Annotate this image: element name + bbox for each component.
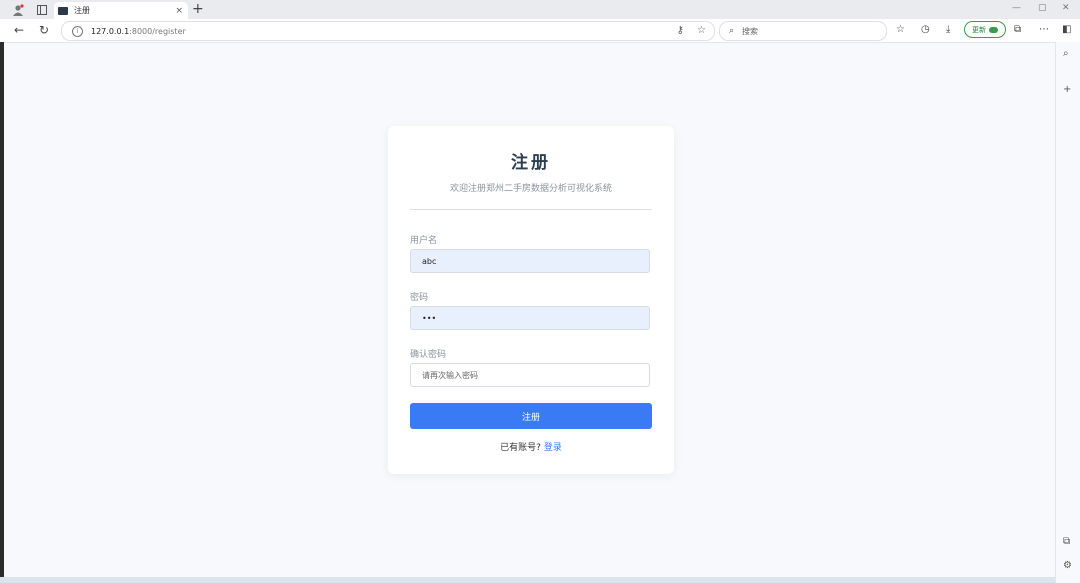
sidebar-toggle-icon[interactable]: ◧	[1062, 24, 1071, 35]
login-prompt: 已有账号? 登录	[388, 440, 674, 453]
history-icon[interactable]: ◷	[921, 24, 930, 35]
login-link[interactable]: 登录	[544, 443, 562, 453]
tab-close-icon[interactable]: ×	[175, 6, 183, 16]
register-button[interactable]: 注册	[410, 403, 652, 429]
reload-icon[interactable]: ↻	[39, 23, 49, 37]
page-favicon-icon	[58, 6, 68, 15]
more-menu-icon[interactable]: ⋯	[1039, 24, 1049, 35]
new-tab-button[interactable]: +	[192, 1, 204, 17]
search-box[interactable]: ⌕ 搜索	[719, 21, 887, 41]
url-host: 127.0.0.1	[91, 26, 130, 36]
tab-title: 注册	[74, 6, 90, 15]
download-icon[interactable]: ⤓	[946, 24, 950, 35]
update-label: 更新	[972, 25, 986, 34]
back-icon[interactable]: ←	[14, 23, 24, 37]
minimize-icon[interactable]: —	[1012, 3, 1021, 13]
settings-gear-icon[interactable]: ⚙	[1063, 560, 1072, 571]
favorite-star-icon[interactable]: ☆	[697, 25, 706, 36]
confirm-password-label: 确认密码	[410, 350, 447, 360]
address-bar[interactable]: i 127.0.0.1:8000/register ⚷ ☆	[61, 21, 715, 41]
window-close-icon[interactable]: ✕	[1062, 3, 1070, 13]
update-button[interactable]: 更新	[964, 21, 1006, 38]
sidebar-add-icon[interactable]: +	[1063, 84, 1071, 95]
taskbar-edge	[0, 577, 1055, 583]
browser-sidebar: ⌕ + ⧉ ⚙	[1055, 42, 1080, 583]
register-card: 注册 欢迎注册郑州二手房数据分析可视化系统 用户名 abc 密码 ••• 确认密…	[388, 126, 674, 474]
key-icon[interactable]: ⚷	[677, 25, 684, 36]
confirm-password-field[interactable]: 请再次输入密码	[410, 363, 650, 387]
search-placeholder: 搜索	[742, 26, 759, 36]
profile-icon[interactable]	[10, 2, 26, 18]
tab-register[interactable]: 注册 ×	[54, 2, 188, 19]
tab-actions-icon[interactable]	[34, 2, 50, 18]
search-icon: ⌕	[729, 26, 735, 36]
password-field[interactable]: •••	[410, 306, 650, 330]
browser-toolbar: ← ↻ i 127.0.0.1:8000/register ⚷ ☆ ⌕ 搜索 ☆…	[0, 19, 1080, 43]
left-window-edge	[0, 42, 4, 583]
password-label: 密码	[410, 293, 429, 303]
screenshot-icon[interactable]: ⧉	[1014, 24, 1021, 35]
login-prompt-text: 已有账号?	[500, 443, 541, 453]
sidebar-search-icon[interactable]: ⌕	[1063, 48, 1069, 59]
username-label: 用户名	[410, 236, 438, 246]
restore-icon[interactable]: ▢	[1038, 3, 1047, 13]
page-title: 注册	[511, 153, 551, 173]
cloud-icon	[989, 26, 998, 33]
tab-strip: 注册 × + — ▢ ✕	[0, 0, 1080, 19]
url-path: :8000/register	[129, 26, 186, 36]
page-subtitle: 欢迎注册郑州二手房数据分析可视化系统	[449, 184, 612, 194]
sidebar-screen-icon[interactable]: ⧉	[1063, 536, 1070, 547]
username-field[interactable]: abc	[410, 249, 650, 273]
site-info-icon[interactable]: i	[72, 25, 83, 37]
favorites-icon[interactable]: ☆	[896, 24, 905, 35]
divider	[410, 209, 652, 210]
